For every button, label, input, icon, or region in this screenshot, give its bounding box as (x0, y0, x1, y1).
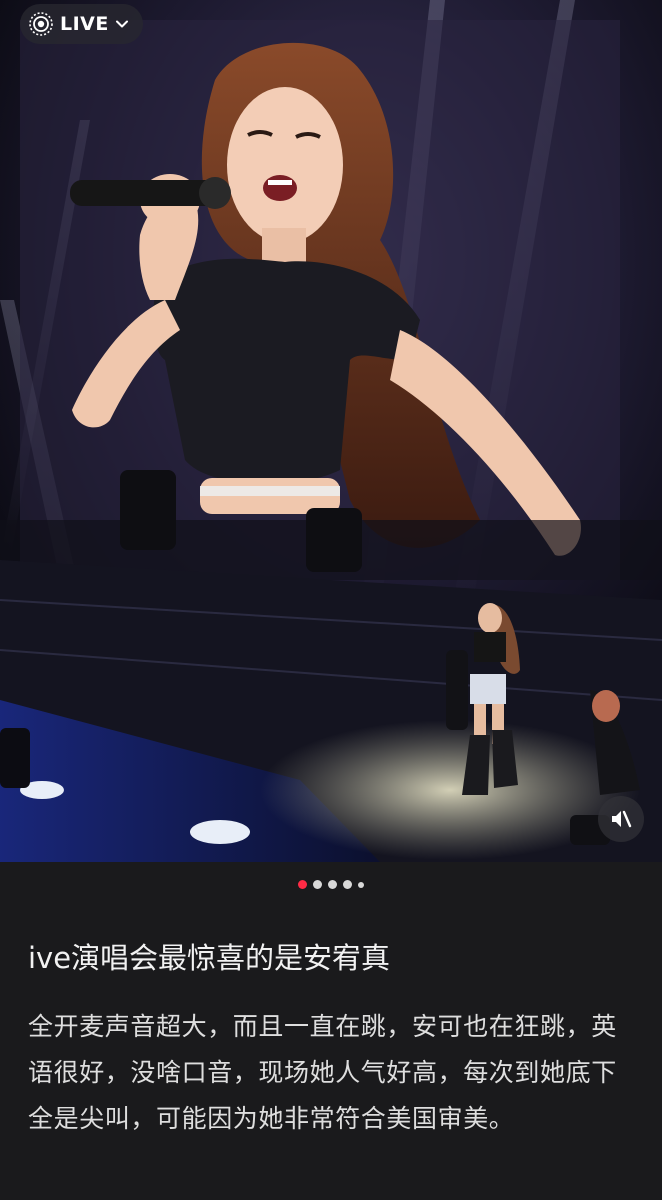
carousel-dot[interactable] (298, 880, 307, 889)
post-photo[interactable]: LIVE (0, 0, 662, 862)
carousel-indicator (0, 880, 662, 889)
mute-button[interactable] (598, 796, 644, 842)
carousel-dot[interactable] (343, 880, 352, 889)
post-page: LIVE ive演唱会最惊喜的是安宥真 全开麦声音超大，而且一直在跳，安可也在狂… (0, 0, 662, 1200)
live-photo-icon (28, 11, 54, 37)
speaker-muted-icon (609, 807, 633, 831)
concert-photo (0, 0, 662, 862)
post-body: 全开麦声音超大，而且一直在跳，安可也在狂跳，英语很好，没啥口音，现场她人气好高，… (28, 1012, 617, 1133)
live-photo-toggle[interactable]: LIVE (20, 4, 143, 44)
post-title: ive演唱会最惊喜的是安宥真 (28, 941, 391, 975)
chevron-down-icon (115, 17, 129, 31)
carousel-dot[interactable] (328, 880, 337, 889)
carousel-dot[interactable] (313, 880, 322, 889)
live-label: LIVE (60, 13, 109, 35)
carousel-dot[interactable] (358, 881, 364, 888)
